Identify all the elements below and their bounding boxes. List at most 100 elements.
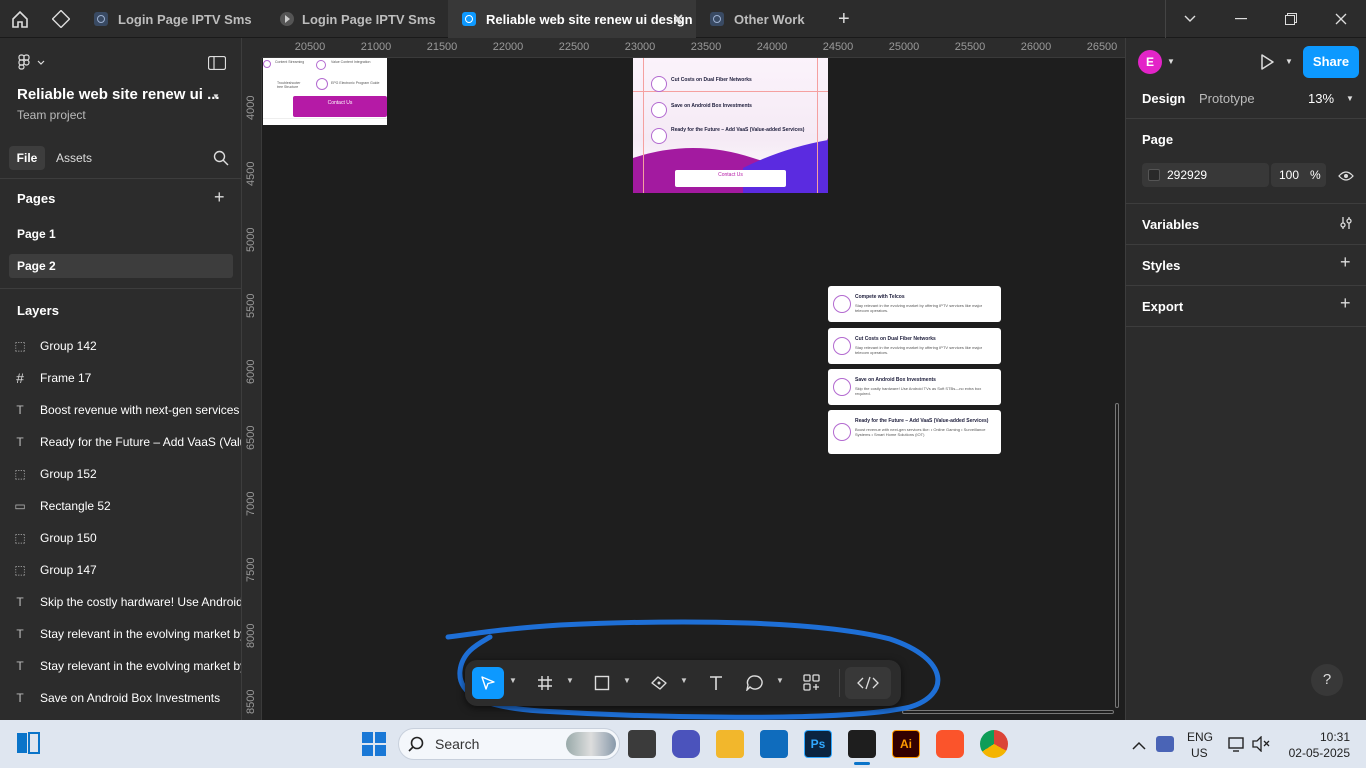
clock-time[interactable]: 10:31 <box>1300 730 1350 744</box>
dev-mode-toggle-icon[interactable] <box>845 667 891 699</box>
layer-item[interactable]: T Save on Android Box Investments <box>0 682 241 714</box>
page-item-1[interactable]: Page 1 <box>9 222 233 246</box>
network-icon[interactable] <box>1228 736 1246 752</box>
layer-item[interactable]: ⬚ Group 142 <box>0 330 241 362</box>
text-tool-icon[interactable] <box>700 667 732 699</box>
layer-item[interactable]: T Ready for the Future – Add VaaS (Valu <box>0 426 241 458</box>
search-icon[interactable] <box>213 150 229 166</box>
variables-settings-icon[interactable] <box>1339 216 1353 230</box>
maximize-icon[interactable] <box>1268 0 1314 38</box>
frame-tool-icon[interactable] <box>529 667 561 699</box>
task-view-icon[interactable] <box>628 730 656 758</box>
tray-app-icon[interactable] <box>1156 736 1174 752</box>
teams-icon[interactable] <box>672 730 700 758</box>
windows-start-icon[interactable] <box>362 732 386 756</box>
add-page-icon[interactable]: + <box>214 187 225 208</box>
design-canvas[interactable]: 20500 21000 21500 22000 22500 23000 23500 24000… <box>242 38 1125 720</box>
home-icon[interactable] <box>10 10 30 28</box>
chevron-down-icon[interactable]: ▼ <box>1167 57 1175 66</box>
present-play-icon[interactable] <box>1259 54 1275 70</box>
tab-login-page-2[interactable]: Login Page IPTV Sms <box>266 0 448 38</box>
rectangle-tool-icon[interactable] <box>586 667 618 699</box>
tab-prototype[interactable]: Prototype <box>1199 91 1255 106</box>
layer-item[interactable]: T Skip the costly hardware! Use Android <box>0 586 241 618</box>
bg-hex-value[interactable]: 292929 <box>1167 168 1207 182</box>
tab-reliable-web-site[interactable]: Reliable web site renew ui design ✕ <box>448 0 696 38</box>
add-style-icon[interactable]: + <box>1340 252 1351 273</box>
microsoft-store-icon[interactable] <box>760 730 788 758</box>
comment-tool-icon[interactable] <box>739 667 771 699</box>
illustrator-icon[interactable]: Ai <box>892 730 920 758</box>
tab-assets[interactable]: Assets <box>56 146 92 170</box>
frame-left-partial[interactable]: Content Streaming Value Content Integrat… <box>263 58 387 125</box>
tab-label: Other Work <box>734 11 805 27</box>
brave-browser-icon[interactable] <box>936 730 964 758</box>
layer-item[interactable]: ⬚ Group 150 <box>0 522 241 554</box>
zoom-level[interactable]: 13% <box>1308 91 1334 106</box>
eye-icon[interactable] <box>1338 169 1354 181</box>
volume-muted-icon[interactable] <box>1252 735 1270 753</box>
chevron-down-icon[interactable]: ▼ <box>776 676 784 685</box>
new-tab-icon[interactable]: + <box>838 8 850 31</box>
help-button[interactable]: ? <box>1311 664 1343 696</box>
tab-design[interactable]: Design <box>1142 91 1185 106</box>
chrome-icon[interactable] <box>980 730 1008 758</box>
widgets-icon[interactable] <box>16 732 40 754</box>
layer-item[interactable]: T Boost revenue with next-gen services <box>0 394 241 426</box>
card-compete-telcos[interactable]: Compete with Telcos Stay relevant in the… <box>828 286 1001 322</box>
chevron-down-icon[interactable]: ▼ <box>1285 57 1293 66</box>
chevron-down-icon[interactable]: ▼ <box>680 676 688 685</box>
horizontal-ruler: 20500 21000 21500 22000 22500 23000 23500 24000… <box>262 38 1125 58</box>
avatar[interactable]: E <box>1138 50 1162 74</box>
layer-item[interactable]: T Stay relevant in the evolving market by <box>0 650 241 682</box>
vertical-scrollbar[interactable] <box>1115 403 1119 708</box>
add-export-icon[interactable]: + <box>1340 293 1351 314</box>
chevron-down-icon[interactable] <box>1167 0 1213 38</box>
file-explorer-icon[interactable] <box>716 730 744 758</box>
chevron-down-icon[interactable]: ▼ <box>623 676 631 685</box>
ruler-tick-label: 21000 <box>360 41 392 53</box>
figma-app-icon[interactable] <box>848 730 876 758</box>
move-tool-icon[interactable] <box>472 667 504 699</box>
card-save-android[interactable]: Save on Android Box Investments Skip the… <box>828 369 1001 405</box>
photoshop-icon[interactable]: Ps <box>804 730 832 758</box>
language-primary[interactable]: ENG <box>1187 730 1213 744</box>
frame-left-icon <box>263 60 271 68</box>
tab-file[interactable]: File <box>9 146 45 170</box>
actions-tool-icon[interactable] <box>796 667 828 699</box>
chevron-up-icon[interactable] <box>1132 738 1146 750</box>
bg-color-swatch[interactable] <box>1148 169 1160 181</box>
frame-icon: # <box>16 370 24 386</box>
card-cut-costs[interactable]: Cut Costs on Dual Fiber Networks Stay re… <box>828 328 1001 364</box>
main-menu-icon[interactable] <box>18 54 46 70</box>
close-tab-icon[interactable]: ✕ <box>672 11 684 28</box>
layer-item[interactable]: ⬚ Group 152 <box>0 458 241 490</box>
page-item-2[interactable]: Page 2 <box>9 254 233 278</box>
pen-tool-icon[interactable] <box>643 667 675 699</box>
frame-upper[interactable]: Cut Costs on Dual Fiber Networks Save on… <box>633 58 828 193</box>
chevron-down-icon[interactable]: ▼ <box>566 676 574 685</box>
item-icon <box>651 76 667 92</box>
tab-login-page-1[interactable]: Login Page IPTV Sms <box>80 0 266 38</box>
ruler-tick-label: 4500 <box>245 161 257 186</box>
horizontal-scrollbar[interactable] <box>902 710 1114 714</box>
chevron-down-icon[interactable]: ▼ <box>509 676 517 685</box>
layer-item[interactable]: # Frame 17 <box>0 362 241 394</box>
file-name[interactable]: Reliable web site renew ui ... <box>17 86 220 103</box>
tab-other-work[interactable]: Other Work <box>696 0 830 38</box>
plugins-icon[interactable] <box>51 9 71 29</box>
share-button[interactable]: Share <box>1303 46 1359 78</box>
layer-item[interactable]: ▭ Rectangle 52 <box>0 490 241 522</box>
group-icon: ⬚ <box>14 467 26 481</box>
close-window-icon[interactable] <box>1318 0 1364 38</box>
layer-item[interactable]: ⬚ Group 147 <box>0 554 241 586</box>
sidebar-toggle-icon[interactable] <box>207 55 227 71</box>
card-ready-future[interactable]: Ready for the Future – Add VaaS (Value-a… <box>828 410 1001 454</box>
chevron-down-icon[interactable]: ▼ <box>1346 94 1354 103</box>
chevron-down-icon[interactable]: ▼ <box>212 92 220 101</box>
clock-date[interactable]: 02-05-2025 <box>1278 746 1350 760</box>
minimize-icon[interactable] <box>1218 0 1264 38</box>
bg-opacity-value[interactable]: 100 <box>1279 168 1299 182</box>
layer-item[interactable]: T Stay relevant in the evolving market by <box>0 618 241 650</box>
language-region[interactable]: US <box>1191 746 1208 760</box>
